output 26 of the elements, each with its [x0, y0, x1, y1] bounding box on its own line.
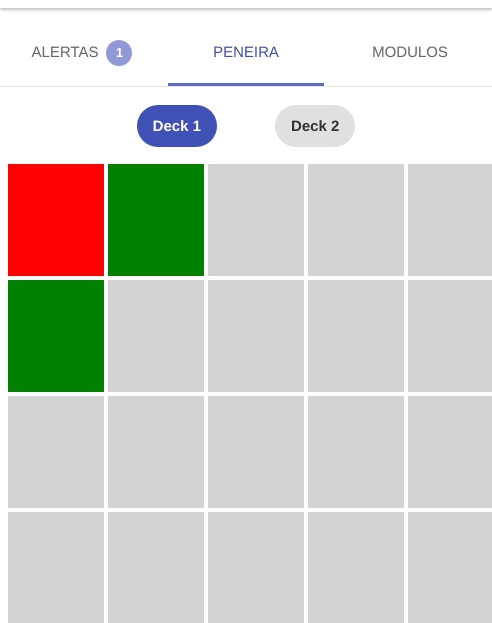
grid-cell[interactable] [408, 396, 492, 508]
tab[interactable]: ALERTAS 1 [4, 22, 160, 86]
grid-cell[interactable] [308, 512, 404, 623]
grid-cell[interactable] [408, 280, 492, 392]
count-badge: 1 [106, 40, 132, 66]
grid-cell[interactable] [208, 280, 304, 392]
grid-cell[interactable] [208, 396, 304, 508]
tab[interactable]: MODULOS [332, 22, 488, 86]
grid-cell[interactable] [408, 164, 492, 276]
grid-cell[interactable] [208, 512, 304, 623]
grid-cell[interactable] [108, 512, 204, 623]
grid-cell[interactable] [8, 396, 104, 508]
grid-cell[interactable] [8, 280, 104, 392]
grid-cell[interactable] [408, 512, 492, 623]
deck-chip[interactable]: Deck 1 [136, 105, 217, 147]
tab[interactable]: PENEIRA [168, 22, 324, 86]
grid-cell[interactable] [308, 164, 404, 276]
grid-cell[interactable] [108, 280, 204, 392]
grid-cell[interactable] [308, 396, 404, 508]
grid-cell[interactable] [108, 396, 204, 508]
grid-cell[interactable] [208, 164, 304, 276]
deck-chip[interactable]: Deck 2 [275, 105, 356, 147]
grid-cell[interactable] [308, 280, 404, 392]
grid-cell[interactable] [8, 164, 104, 276]
grid-cell[interactable] [108, 164, 204, 276]
grid-cell[interactable] [8, 512, 104, 623]
